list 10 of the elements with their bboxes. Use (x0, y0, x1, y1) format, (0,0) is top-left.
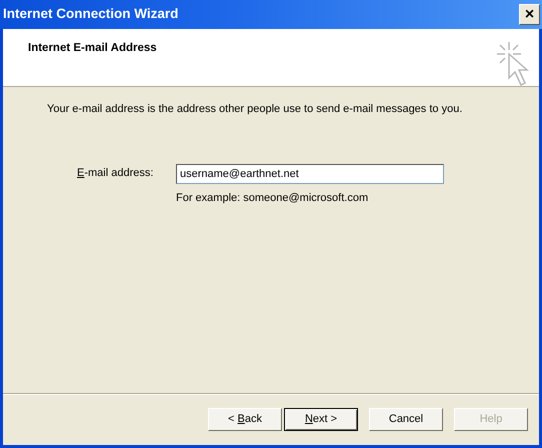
close-button[interactable]: × (519, 4, 540, 25)
wizard-button[interactable]: Cancel (369, 408, 443, 431)
intro-text: Your e-mail address is the address other people use to send e-mail messages to you. (47, 102, 464, 117)
window-title: Internet Connection Wizard (3, 5, 178, 24)
wizard-button[interactable]: Next > (284, 408, 358, 431)
wizard-button[interactable]: < Back (208, 408, 282, 431)
example-hint: For example: someone@microsoft.com (176, 190, 370, 206)
page-heading: Internet E-mail Address (28, 41, 157, 56)
email-field[interactable]: username@earthnet.net (176, 164, 444, 184)
email-label: E-mail address: (77, 166, 154, 182)
